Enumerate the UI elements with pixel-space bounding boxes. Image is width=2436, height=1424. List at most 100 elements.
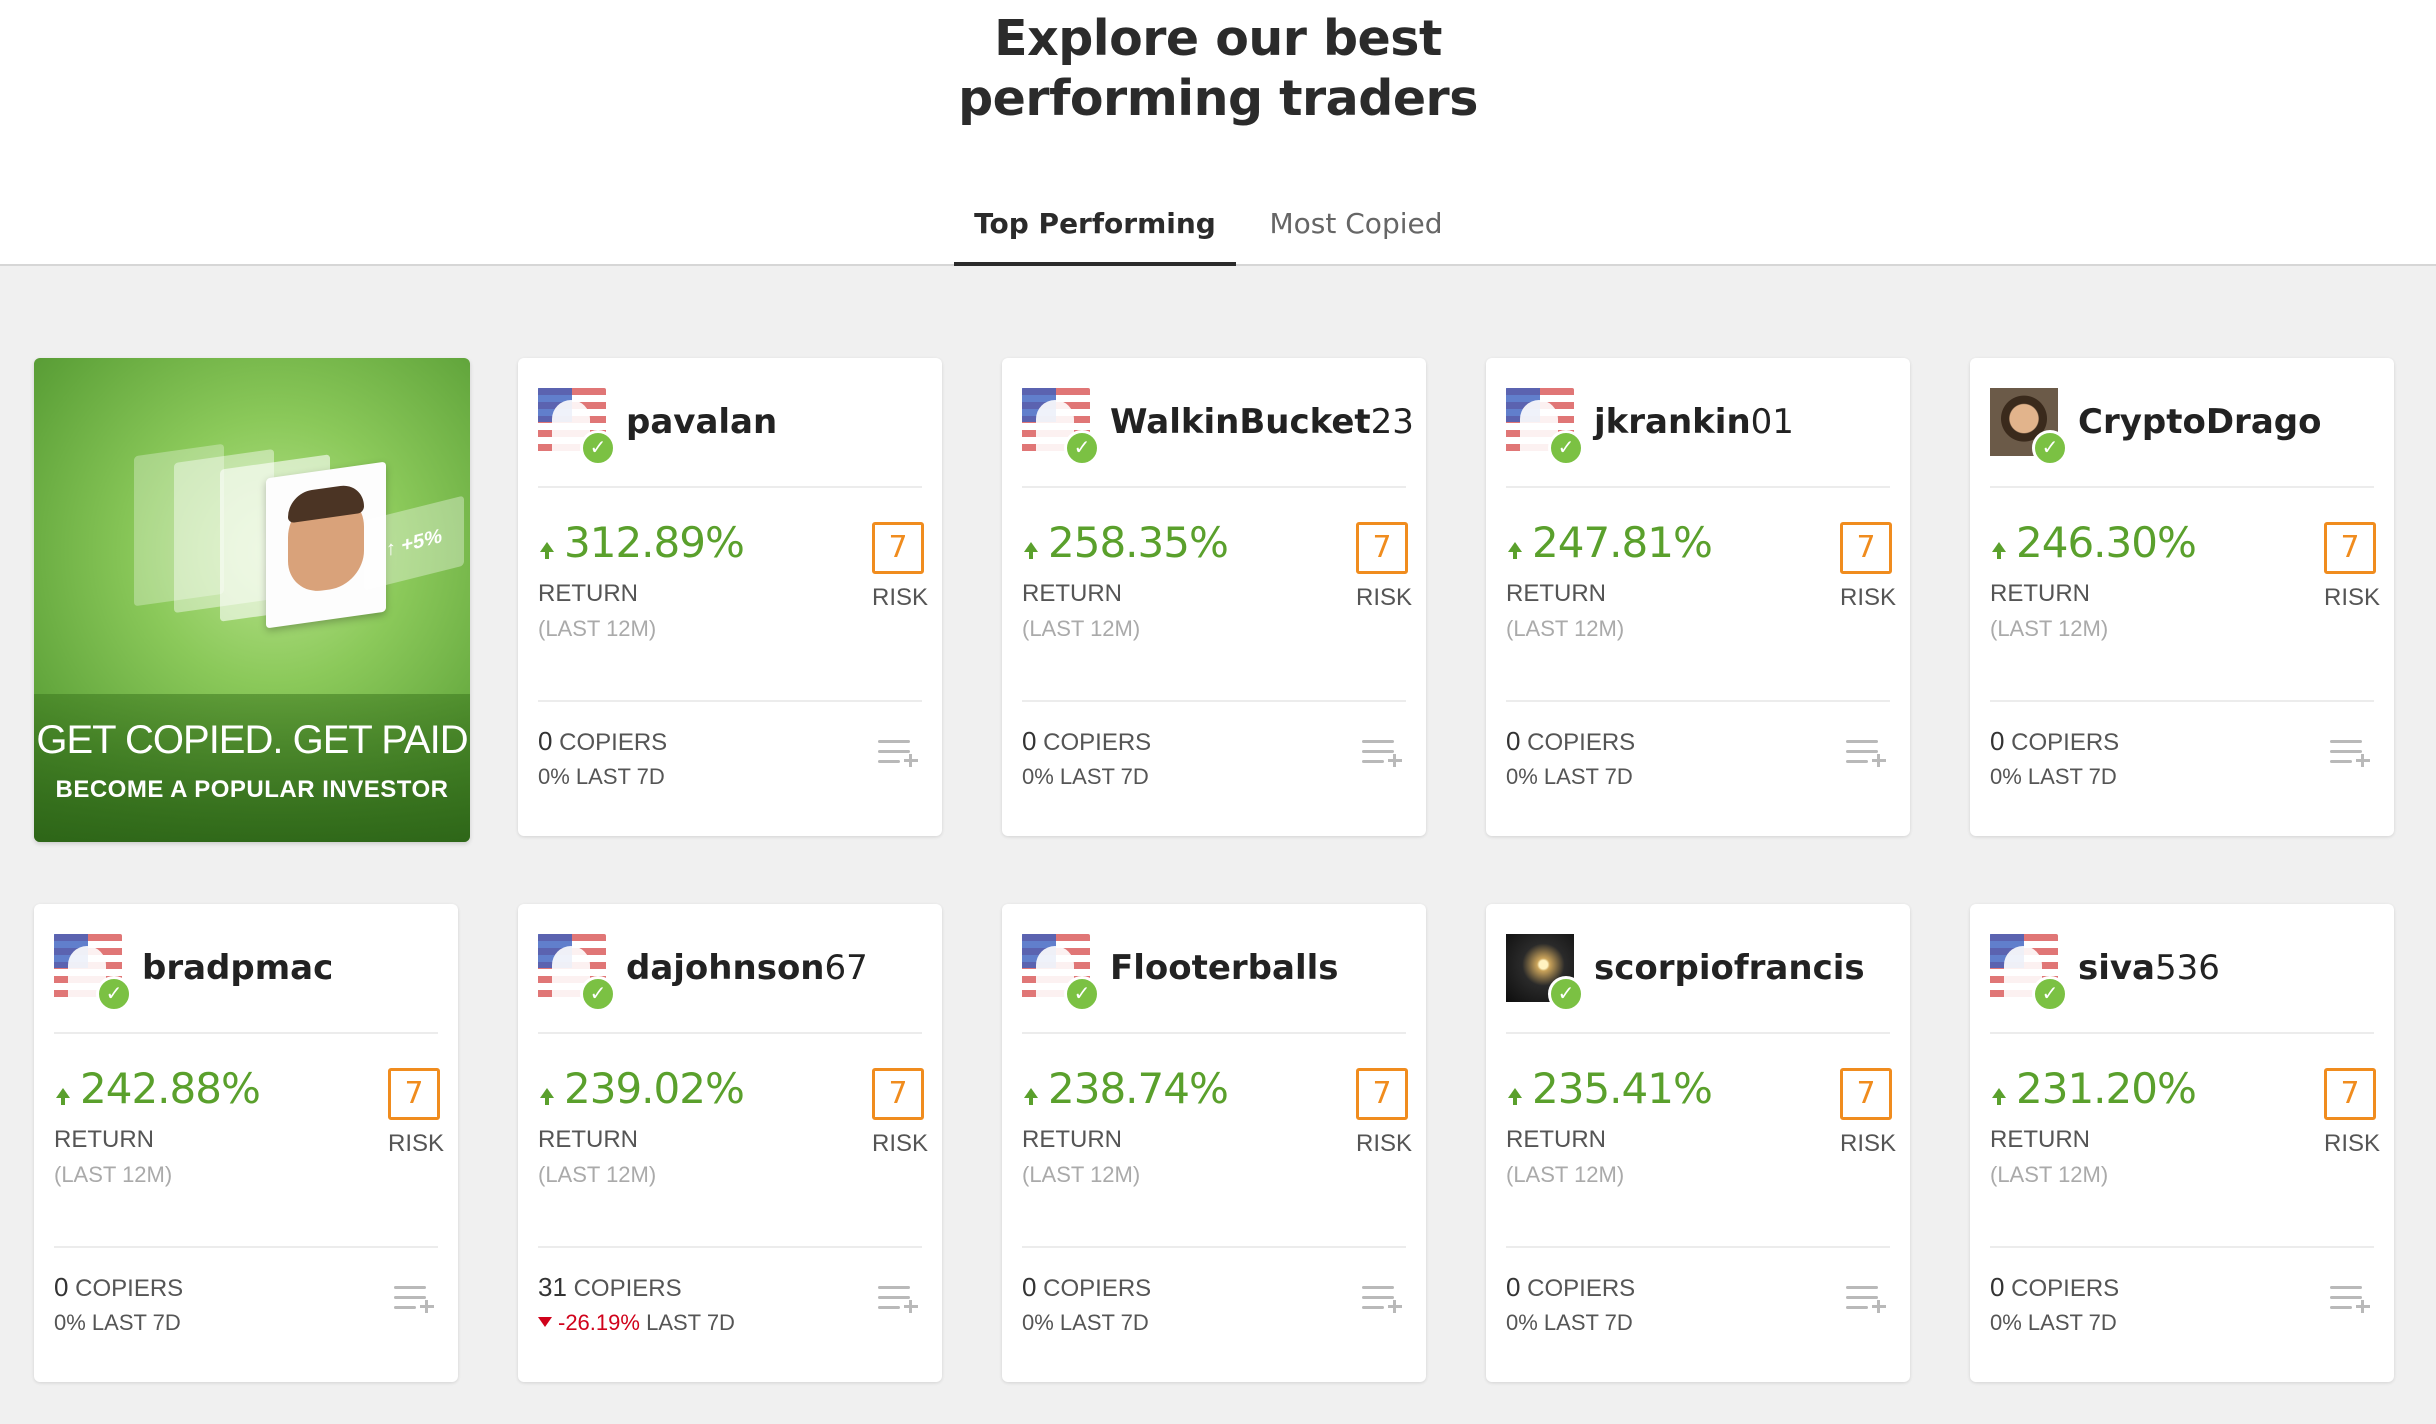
verified-check-icon: ✓ <box>96 976 132 1012</box>
add-to-watchlist-icon[interactable] <box>1362 1284 1404 1318</box>
tab-top-performing[interactable]: Top Performing <box>954 196 1236 266</box>
trader-card[interactable]: ✓ scorpiofrancis 235.41% RETURN (LAST 12M) 7 R… <box>1486 904 1910 1382</box>
trader-avatar[interactable]: ✓ <box>538 934 616 1012</box>
verified-check-icon: ✓ <box>1064 430 1100 466</box>
add-to-watchlist-icon[interactable] <box>1362 738 1404 772</box>
return-value: 235.41% <box>1532 1064 1713 1113</box>
last7-label: LAST 7D <box>2027 1310 2117 1335</box>
risk-label: RISK <box>872 1130 929 1157</box>
up-arrow-stem <box>1513 1097 1517 1105</box>
card-divider <box>1990 486 2374 488</box>
trader-username[interactable]: siva536 <box>2078 948 2220 988</box>
risk-score-badge: 7 <box>1840 1068 1892 1120</box>
trader-card[interactable]: ✓ pavalan 312.89% RETURN (LAST 12M) 7 RISK 0 CO… <box>518 358 942 836</box>
risk-score-badge: 7 <box>1356 1068 1408 1120</box>
trader-avatar[interactable]: ✓ <box>538 388 616 466</box>
risk-score-badge: 7 <box>1356 522 1408 574</box>
promo-subtitle: BECOME A POPULAR INVESTOR <box>55 776 449 803</box>
add-to-watchlist-icon[interactable] <box>878 738 920 772</box>
trader-username[interactable]: bradpmac <box>142 948 333 988</box>
risk-score-badge: 7 <box>872 522 924 574</box>
copiers-label: COPIERS <box>573 1275 682 1302</box>
trader-avatar[interactable]: ✓ <box>1990 388 2068 466</box>
down-arrow-icon <box>538 1317 552 1328</box>
trader-avatar[interactable]: ✓ <box>1506 934 1584 1012</box>
return-label: RETURN <box>54 1126 154 1153</box>
trader-card[interactable]: ✓ siva536 231.20% RETURN (LAST 12M) 7 RISK 0 CO… <box>1970 904 2394 1382</box>
trader-avatar[interactable]: ✓ <box>1990 934 2068 1012</box>
trader-username[interactable]: jkrankin01 <box>1594 402 1794 442</box>
username-suffix: 01 <box>1750 402 1794 442</box>
username-bold: bradpmac <box>142 948 334 988</box>
copiers-number: 0 <box>1990 1272 2005 1302</box>
return-label: RETURN <box>1990 1126 2090 1153</box>
card-divider <box>538 1032 922 1034</box>
last7-label: LAST 7D <box>1543 764 1633 789</box>
up-arrow-stem <box>61 1097 65 1105</box>
card-divider <box>1506 700 1890 702</box>
return-period: (LAST 12M) <box>1990 616 2109 641</box>
trader-avatar[interactable]: ✓ <box>1506 388 1584 466</box>
trader-username[interactable]: dajohnson67 <box>626 948 868 988</box>
up-arrow-stem <box>1997 1097 2001 1105</box>
add-to-watchlist-icon[interactable] <box>1846 738 1888 772</box>
trader-card[interactable]: ✓ Flooterballs 238.74% RETURN (LAST 12M) 7 RIS… <box>1002 904 1426 1382</box>
card-divider <box>1506 1032 1890 1034</box>
risk-label: RISK <box>2324 584 2381 611</box>
copiers-label: COPIERS <box>2011 1275 2120 1302</box>
risk-label: RISK <box>1356 584 1413 611</box>
return-value: 239.02% <box>564 1064 745 1113</box>
copiers-number: 0 <box>1506 1272 1521 1302</box>
return-value: 246.30% <box>2016 518 2197 567</box>
trader-avatar[interactable]: ✓ <box>54 934 132 1012</box>
last7-value: 0% <box>1022 1310 1054 1335</box>
card-divider <box>538 1246 922 1248</box>
copiers-number: 0 <box>1022 726 1037 756</box>
trader-username[interactable]: CryptoDrago <box>2078 402 2321 442</box>
last7-change: 0% LAST 7D <box>1506 764 1633 790</box>
last7-change: 0% LAST 7D <box>1990 1310 2117 1336</box>
trader-username[interactable]: pavalan <box>626 402 777 442</box>
last7-label: LAST 7D <box>2027 764 2117 789</box>
card-divider <box>1990 700 2374 702</box>
trader-avatar[interactable]: ✓ <box>1022 388 1100 466</box>
trader-card[interactable]: ✓ dajohnson67 239.02% RETURN (LAST 12M) 7 RISK… <box>518 904 942 1382</box>
username-bold: Flooterballs <box>1110 948 1339 988</box>
trader-avatar[interactable]: ✓ <box>1022 934 1100 1012</box>
username-bold: WalkinBucket <box>1110 402 1371 442</box>
last7-value: 0% <box>1506 1310 1538 1335</box>
add-to-watchlist-icon[interactable] <box>394 1284 436 1318</box>
risk-score-badge: 7 <box>1840 522 1892 574</box>
risk-label: RISK <box>1840 584 1897 611</box>
add-to-watchlist-icon[interactable] <box>1846 1284 1888 1318</box>
add-to-watchlist-icon[interactable] <box>2330 1284 2372 1318</box>
last7-value: 0% <box>1990 1310 2022 1335</box>
copiers-number: 0 <box>54 1272 69 1302</box>
copiers-count: 0 COPIERS <box>1022 726 1151 757</box>
card-divider <box>1506 1246 1890 1248</box>
last7-change: -26.19% LAST 7D <box>538 1310 735 1336</box>
add-to-watchlist-icon[interactable] <box>2330 738 2372 772</box>
tab-most-copied[interactable]: Most Copied <box>1236 196 1476 266</box>
return-period: (LAST 12M) <box>1022 1162 1141 1187</box>
return-label: RETURN <box>538 1126 638 1153</box>
verified-check-icon: ✓ <box>580 976 616 1012</box>
trader-card[interactable]: ✓ WalkinBucket23 258.35% RETURN (LAST 12M) 7 R… <box>1002 358 1426 836</box>
add-to-watchlist-icon[interactable] <box>878 1284 920 1318</box>
copiers-number: 0 <box>1990 726 2005 756</box>
popular-investor-banner[interactable]: ↑ +5% GET COPIED. GET PAID BECOME A POPU… <box>34 358 470 842</box>
trader-card[interactable]: ✓ CryptoDrago 246.30% RETURN (LAST 12M) 7 RISK… <box>1970 358 2394 836</box>
trader-username[interactable]: scorpiofrancis <box>1594 948 1865 988</box>
verified-check-icon: ✓ <box>2032 976 2068 1012</box>
trader-username[interactable]: Flooterballs <box>1110 948 1339 988</box>
trader-card[interactable]: ✓ bradpmac 242.88% RETURN (LAST 12M) 7 RISK 0 C… <box>34 904 458 1382</box>
risk-label: RISK <box>2324 1130 2381 1157</box>
trader-username[interactable]: WalkinBucket23 <box>1110 402 1414 442</box>
last7-value: 0% <box>1506 764 1538 789</box>
return-period: (LAST 12M) <box>538 1162 657 1187</box>
card-divider <box>1506 486 1890 488</box>
last7-label: LAST 7D <box>575 764 665 789</box>
trader-card[interactable]: ✓ jkrankin01 247.81% RETURN (LAST 12M) 7 RISK 0… <box>1486 358 1910 836</box>
promo-text-band <box>34 694 470 842</box>
copiers-count: 0 COPIERS <box>1506 726 1635 757</box>
